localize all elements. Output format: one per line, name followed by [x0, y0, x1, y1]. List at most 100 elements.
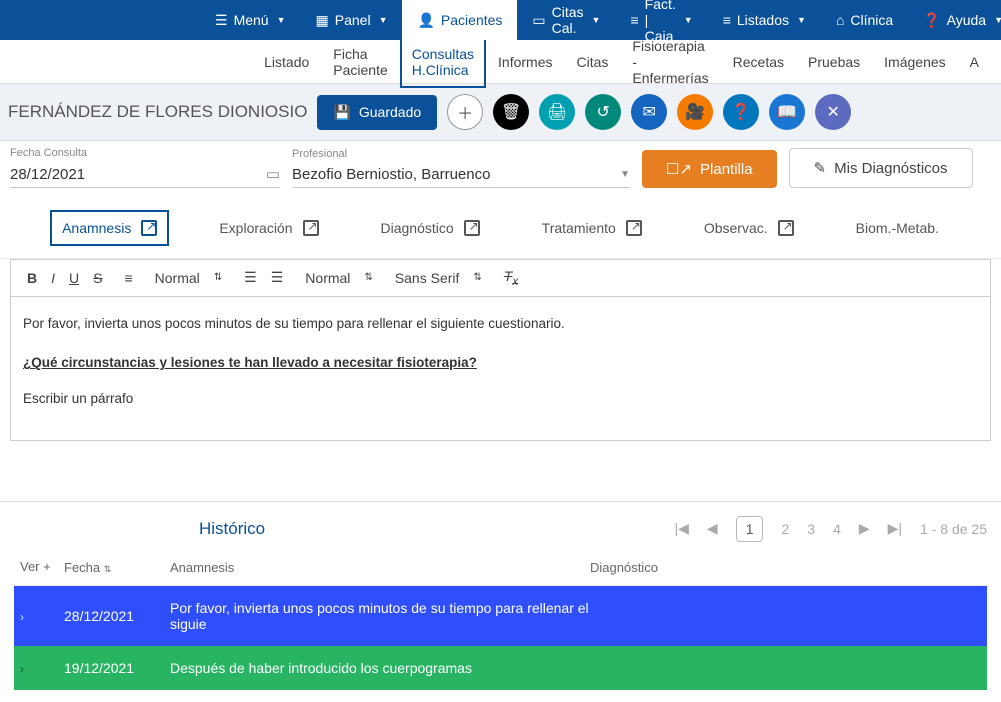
size-select[interactable]: Normal	[305, 270, 350, 286]
pager-last[interactable]: ▶|	[888, 520, 902, 537]
subtab-ficha[interactable]: Ficha Paciente	[321, 36, 399, 88]
fecha-input[interactable]: 28/12/2021▭	[10, 161, 280, 188]
align-button[interactable]: ≡	[124, 270, 132, 286]
row-fecha: 19/12/2021	[64, 660, 170, 676]
nav-menu[interactable]: ☰Menú▼	[200, 0, 301, 40]
plantilla-button[interactable]: ☐↗Plantilla	[642, 150, 777, 188]
chevron-updown-icon: ⇅	[473, 272, 481, 283]
ordered-list-button[interactable]: ☰	[244, 269, 257, 286]
subtab-a[interactable]: A	[958, 44, 991, 80]
helpround-button[interactable]: ❓	[723, 94, 759, 130]
pager-next[interactable]: ▶	[859, 520, 870, 537]
chevron-right-icon: ›	[20, 662, 24, 676]
nav-pacientes[interactable]: 👤Pacientes	[402, 0, 517, 40]
chevron-down-icon: ▼	[684, 15, 693, 25]
subtab-citas[interactable]: Citas	[565, 44, 621, 80]
subtab-recetas[interactable]: Recetas	[721, 44, 796, 80]
history-row[interactable]: › 19/12/2021 Después de haber introducid…	[14, 646, 987, 690]
subtab-listado[interactable]: Listado	[252, 44, 321, 80]
bandage-icon: ✕	[826, 102, 839, 122]
col-diagnostico[interactable]: Diagnóstico	[590, 560, 981, 575]
patient-name: FERNÁNDEZ DE FLORES DIONIOSIO	[8, 102, 307, 122]
col-ver[interactable]: Ver +	[20, 560, 64, 575]
print-button[interactable]: 🖨	[539, 94, 575, 130]
open-icon	[464, 220, 480, 236]
pencil-icon: ✎	[814, 159, 827, 177]
pager-page-4[interactable]: 4	[833, 521, 841, 537]
pager-page-1[interactable]: 1	[736, 516, 764, 542]
print-icon: 🖨	[547, 102, 567, 122]
nav-citas[interactable]: ▭Citas Cal.▼	[517, 0, 615, 40]
clear-format-button[interactable]: Tx	[504, 268, 518, 288]
help-icon: ❓	[731, 102, 751, 122]
nav-panel[interactable]: ▦Panel▼	[301, 0, 403, 40]
history-button[interactable]: ↺	[585, 94, 621, 130]
save-button[interactable]: 💾Guardado	[317, 95, 437, 130]
section-diagnostico[interactable]: Diagnóstico	[369, 210, 492, 246]
nav-listados[interactable]: ≡Listados▼	[708, 0, 821, 40]
section-observac[interactable]: Observac.	[692, 210, 806, 246]
pager-first[interactable]: |◀	[675, 520, 689, 537]
chevron-updown-icon: ⇅	[214, 272, 222, 283]
heading-select[interactable]: Normal	[155, 270, 200, 286]
chevron-down-icon: ▼	[994, 15, 1001, 25]
misdiagnosticos-button[interactable]: ✎Mis Diagnósticos	[789, 148, 973, 188]
subtab-informes[interactable]: Informes	[486, 44, 564, 80]
section-exploracion[interactable]: Exploración	[207, 210, 330, 246]
subtab-pruebas[interactable]: Pruebas	[796, 44, 872, 80]
open-icon	[626, 220, 642, 236]
open-icon	[141, 220, 157, 236]
section-biom[interactable]: Biom.-Metab.	[844, 210, 951, 246]
section-tabs: Anamnesis Exploración Diagnóstico Tratam…	[0, 198, 1001, 259]
add-button[interactable]: ＋	[447, 94, 483, 130]
open-icon	[778, 220, 794, 236]
editor-content[interactable]: Por favor, invierta unos pocos minutos d…	[10, 296, 991, 441]
open-icon: ☐↗	[666, 160, 692, 178]
grid-icon: ▦	[316, 12, 329, 29]
pager-range: 1 - 8 de 25	[920, 521, 987, 537]
email-button[interactable]: ✉	[631, 94, 667, 130]
strike-button[interactable]: S	[93, 270, 102, 286]
chevron-down-icon: ▼	[620, 169, 630, 180]
col-anamnesis[interactable]: Anamnesis	[170, 560, 590, 575]
subtabs: Listado Ficha Paciente Consultas H.Clíni…	[0, 40, 1001, 84]
bandage-button[interactable]: ✕	[815, 94, 851, 130]
sort-icon: ⇅	[104, 564, 112, 574]
fecha-label: Fecha Consulta	[10, 147, 280, 159]
video-button[interactable]: 🎥	[677, 94, 713, 130]
nav-fact[interactable]: ≡Fact. | Caja▼	[615, 0, 707, 40]
section-tratamiento[interactable]: Tratamiento	[530, 210, 654, 246]
save-icon: 💾	[333, 104, 350, 121]
pager-page-2[interactable]: 2	[781, 521, 789, 537]
bold-button[interactable]: B	[27, 270, 37, 286]
calendar-icon: ▭	[266, 165, 280, 183]
history-row[interactable]: › 28/12/2021 Por favor, invierta unos po…	[14, 586, 987, 646]
nav-clinica[interactable]: ⌂Clínica	[821, 0, 908, 40]
col-fecha[interactable]: Fecha ⇅	[64, 560, 170, 575]
pager-prev[interactable]: ◀	[707, 520, 718, 537]
profesional-select[interactable]: Bezofio Berniostio, Barruenco▼	[292, 162, 630, 188]
italic-button[interactable]: I	[51, 270, 55, 286]
editor-q2: ¿Qué tipo de terapia te ordenaron?	[23, 440, 978, 441]
pager-page-3[interactable]: 3	[807, 521, 815, 537]
book-button[interactable]: 📖	[769, 94, 805, 130]
chevron-right-icon: ›	[20, 610, 24, 624]
section-anamnesis[interactable]: Anamnesis	[50, 210, 169, 246]
subtab-imagenes[interactable]: Imágenes	[872, 44, 957, 80]
unordered-list-button[interactable]: ☰	[271, 269, 284, 286]
nav-ayuda[interactable]: ❓Ayuda▼	[908, 0, 1001, 40]
fecha-field: Fecha Consulta 28/12/2021▭	[10, 147, 280, 188]
chevron-down-icon: ▼	[379, 15, 388, 25]
chevron-down-icon: ▼	[797, 15, 806, 25]
font-select[interactable]: Sans Serif	[395, 270, 460, 286]
chevron-down-icon: ▼	[592, 15, 601, 25]
underline-button[interactable]: U	[69, 270, 79, 286]
top-nav: ☰Menú▼ ▦Panel▼ 👤Pacientes ▭Citas Cal.▼ ≡…	[0, 0, 1001, 40]
subtab-consultas[interactable]: Consultas H.Clínica	[400, 36, 486, 88]
editor-toolbar: B I U S ≡ Normal ⇅ ☰ ☰ Normal ⇅ Sans Serif ⇅…	[10, 259, 991, 296]
delete-button[interactable]: 🗑	[493, 94, 529, 130]
book-icon: 📖	[777, 102, 797, 122]
chevron-down-icon: ▼	[277, 15, 286, 25]
chevron-updown-icon: ⇅	[364, 272, 372, 283]
history-title: Histórico	[199, 519, 265, 539]
